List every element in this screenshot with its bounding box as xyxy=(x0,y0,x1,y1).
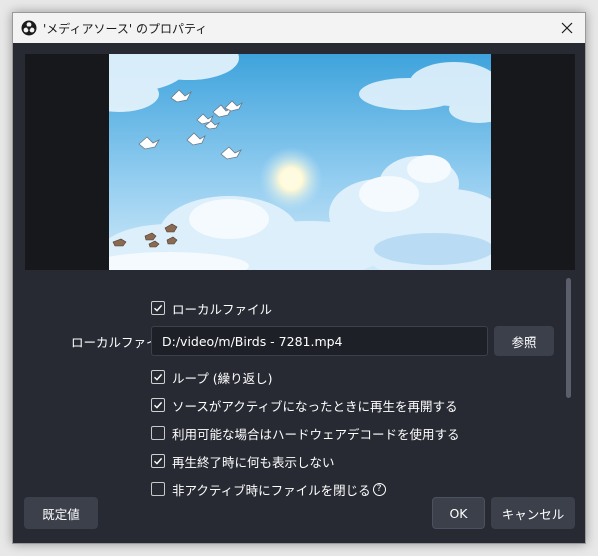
option-clear-on-end-row[interactable]: 再生終了時に何も表示しない xyxy=(151,451,335,471)
hardware-decode-checkbox[interactable] xyxy=(151,426,165,440)
close-when-inactive-label: 非アクティブ時にファイルを閉じる xyxy=(172,482,371,498)
option-hw-decode-row[interactable]: 利用可能な場合はハードウェアデコードを使用する xyxy=(151,423,460,443)
close-icon xyxy=(561,22,573,34)
video-preview xyxy=(25,54,575,270)
local-file-checkbox[interactable] xyxy=(151,301,165,315)
checkmark-icon xyxy=(154,304,163,312)
preview-frame xyxy=(109,54,491,270)
local-file-checkbox-row[interactable]: ローカルファイル xyxy=(151,298,272,318)
local-file-path-input[interactable]: D:/video/m/Birds - 7281.mp4 xyxy=(151,326,488,356)
browse-button[interactable]: 参照 xyxy=(494,326,554,356)
loop-checkbox[interactable] xyxy=(151,370,165,384)
scrollbar-thumb[interactable] xyxy=(566,278,571,398)
ok-button[interactable]: OK xyxy=(432,497,485,529)
local-file-path-value: D:/video/m/Birds - 7281.mp4 xyxy=(162,333,343,349)
local-file-checkbox-label: ローカルファイル xyxy=(172,301,273,317)
loop-label: ループ (繰り返し) xyxy=(172,370,273,386)
cancel-button-label: キャンセル xyxy=(501,506,565,522)
option-close-inactive-row[interactable]: 非アクティブ時にファイルを閉じる ? xyxy=(151,479,386,499)
checkmark-icon xyxy=(154,373,163,381)
properties-panel: ローカルファイル ローカルファイル D:/video/m/Birds - 728… xyxy=(25,278,565,498)
checkmark-icon xyxy=(154,457,163,465)
ok-button-label: OK xyxy=(449,505,468,521)
option-restart-row[interactable]: ソースがアクティブになったときに再生を再開する xyxy=(151,395,458,415)
close-when-inactive-checkbox[interactable] xyxy=(151,482,165,496)
defaults-button[interactable]: 既定値 xyxy=(24,497,98,529)
birds-sky-image xyxy=(109,54,491,270)
restart-on-activate-label: ソースがアクティブになったときに再生を再開する xyxy=(172,398,458,414)
title-bar: 'メディアソース' のプロパティ xyxy=(13,13,585,43)
properties-dialog: 'メディアソース' のプロパティ ローカルファイル ローカルファイル D:/vi… xyxy=(12,12,586,544)
checkmark-icon xyxy=(154,401,163,409)
defaults-button-label: 既定値 xyxy=(42,506,80,522)
cancel-button[interactable]: キャンセル xyxy=(491,497,575,529)
restart-on-activate-checkbox[interactable] xyxy=(151,398,165,412)
clear-on-end-label: 再生終了時に何も表示しない xyxy=(172,454,335,470)
clear-on-end-checkbox[interactable] xyxy=(151,454,165,468)
browse-button-label: 参照 xyxy=(511,334,537,350)
hardware-decode-label: 利用可能な場合はハードウェアデコードを使用する xyxy=(172,426,460,442)
properties-scrollbar[interactable] xyxy=(565,278,573,488)
option-loop-row[interactable]: ループ (繰り返し) xyxy=(151,367,272,387)
obs-logo-icon xyxy=(21,20,37,36)
window-title: 'メディアソース' のプロパティ xyxy=(43,21,208,36)
help-icon[interactable]: ? xyxy=(372,482,386,496)
close-button[interactable] xyxy=(553,15,581,41)
